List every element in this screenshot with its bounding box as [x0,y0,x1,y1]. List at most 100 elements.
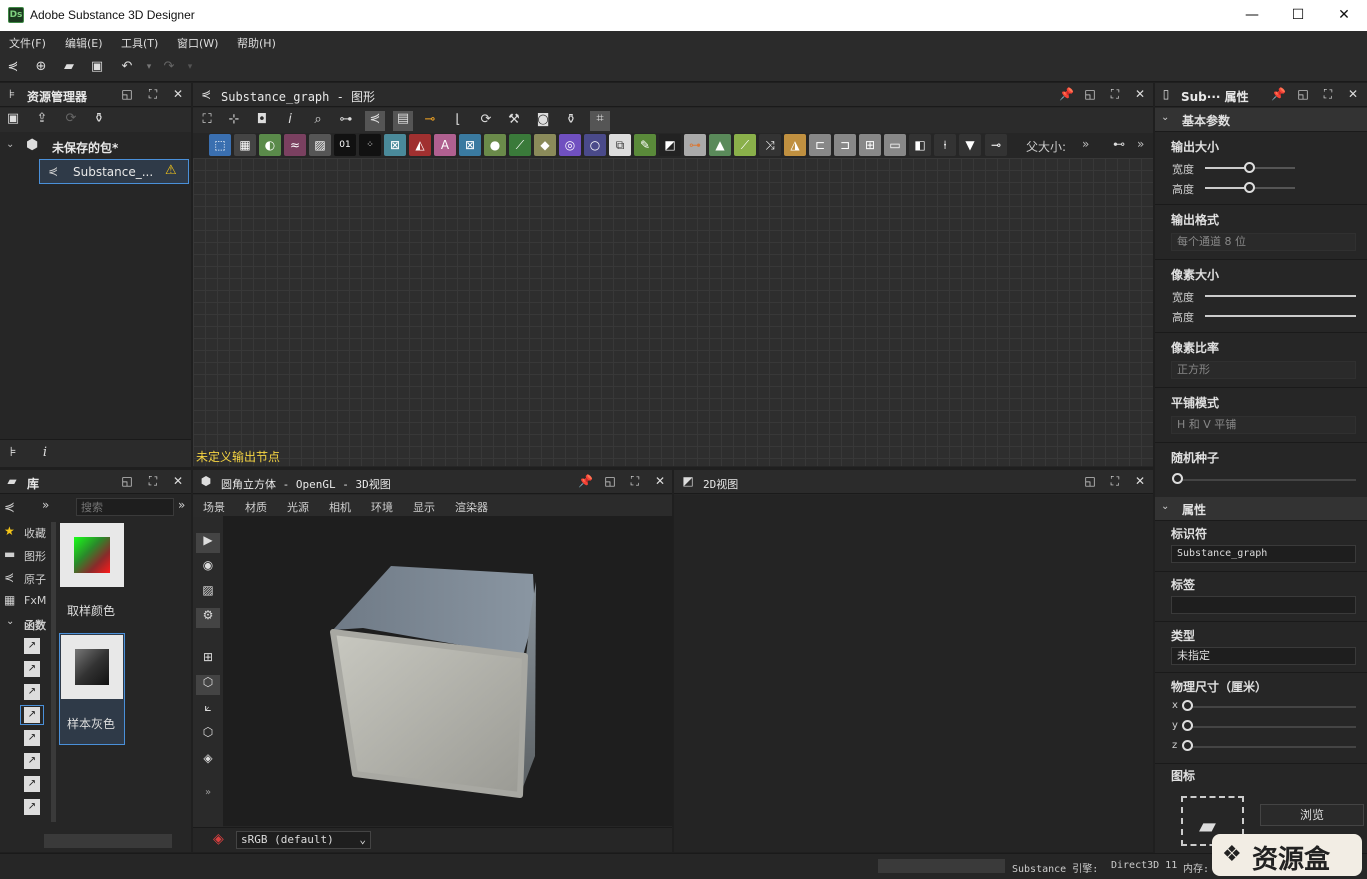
fill-node-icon[interactable]: ◭ [409,134,431,156]
section-basic-params[interactable]: ⌄ 基本参数 [1155,108,1367,132]
align-icon[interactable]: ⊶ [337,112,355,128]
layers-color-icon[interactable]: ◈ [213,831,224,847]
open-folder-icon[interactable]: ▰ [60,59,78,75]
export-icon[interactable]: ⇪ [33,111,51,127]
clean-icon[interactable]: ⚱ [562,112,580,128]
float-icon[interactable]: ◱ [1083,474,1097,488]
type-select[interactable]: 未指定 [1171,647,1356,665]
close-panel-icon[interactable]: ✕ [1133,87,1147,101]
toolbar-overflow-icon-2[interactable]: » [1137,137,1144,151]
frame-all-icon[interactable]: ⛶ [198,112,216,128]
section-attributes[interactable]: ⌄ 属性 [1155,497,1367,521]
random-seed-slider[interactable] [1180,479,1356,481]
circle-node-icon[interactable]: ○ [584,134,606,156]
comment-node-icon[interactable]: ▼ [959,134,981,156]
physical-x-slider[interactable] [1190,706,1356,708]
menu-file[interactable]: 文件(F) [9,35,46,51]
output-height-knob[interactable] [1244,182,1255,193]
tree-view-icon[interactable]: ⊧ [4,445,22,461]
physical-x-knob[interactable] [1182,700,1193,711]
view3d-menu-renderer[interactable]: 渲染器 [455,499,488,515]
browse-button[interactable]: 浏览 [1260,804,1364,826]
param-node-icon[interactable]: ⊞ [859,134,881,156]
colorspace-select[interactable]: sRGB (default) ⌄ [236,831,371,849]
random-seed-knob[interactable] [1172,473,1183,484]
refresh-icon[interactable]: ⟳ [477,112,495,128]
maximize-button[interactable]: ☐ [1275,0,1321,31]
bitmap-node-icon[interactable]: ▨ [309,134,331,156]
view3d-menu-lights[interactable]: 光源 [287,499,309,515]
view3d-menu-scene[interactable]: 场景 [203,499,225,515]
split-node-icon[interactable]: ◧ [909,134,931,156]
function-icon[interactable]: ↗ [24,776,40,792]
fit-icon[interactable]: ⊹ [225,112,243,128]
function-icon[interactable]: ↗ [24,707,40,723]
category-fxmap[interactable]: FxM [24,594,46,607]
drop-node-icon[interactable]: ◆ [534,134,556,156]
function-icon[interactable]: ↗ [24,638,40,654]
menu-window[interactable]: 窗口(W) [177,35,218,51]
tiling-mode-field[interactable]: H 和 V 平铺 [1171,416,1356,434]
category-favorites[interactable]: 收藏 [24,525,46,541]
axis-icon[interactable]: ⟀ [196,700,220,720]
dot-node-icon[interactable]: ⊸ [985,134,1007,156]
maximize-panel-icon[interactable]: ⛶ [1108,474,1122,489]
physical-z-knob[interactable] [1182,740,1193,751]
close-panel-icon[interactable]: ✕ [1346,87,1360,101]
close-panel-icon[interactable]: ✕ [171,474,185,488]
light-icon[interactable]: ◉ [196,558,220,578]
curve-node-icon[interactable]: ≈ [284,134,306,156]
add-library-icon[interactable]: ⋞ [4,500,15,515]
expand-chevron-icon[interactable]: ⌄ [6,616,14,627]
connector-toggle-icon[interactable]: ⊷ [1113,137,1125,151]
function-icon[interactable]: ↗ [24,799,40,815]
new-graph-icon[interactable]: ⋞ [4,59,22,75]
toolbar-overflow-icon[interactable]: » [1082,137,1089,151]
float-icon[interactable]: ◱ [603,474,617,488]
redo-icon[interactable]: ↷ [160,59,178,75]
shuffle-node-icon[interactable]: ⤨ [759,134,781,156]
function-icon[interactable]: ↗ [24,684,40,700]
grid-snap-icon[interactable]: ⌗ [590,111,610,131]
mesh-icon[interactable]: ⬡ [196,725,220,745]
maximize-panel-icon[interactable]: ⛶ [1108,87,1122,102]
view3d-viewport[interactable] [223,516,673,826]
view3d-menu-environment[interactable]: 环境 [371,499,393,515]
category-graphs[interactable]: 图形 [24,548,46,564]
save-package-icon[interactable]: ▣ [4,111,22,127]
layers-icon[interactable]: ◈ [196,751,220,771]
connector-icon[interactable]: ⌊ [449,112,467,128]
view3d-menu-camera[interactable]: 相机 [329,499,351,515]
function-icon[interactable]: ↗ [24,753,40,769]
snapshot-icon[interactable]: ◙ [534,112,552,128]
histogram-node-icon[interactable]: ▲ [709,134,731,156]
float-icon[interactable]: ◱ [1296,87,1310,101]
maximize-panel-icon[interactable]: ⛶ [628,474,642,489]
layout-icon[interactable]: ▤ [393,111,413,131]
symmetry-node-icon[interactable]: ◮ [784,134,806,156]
gradient-node-icon[interactable]: ◩ [659,134,681,156]
copy-node-icon[interactable]: ⧉ [609,134,631,156]
search-icon[interactable]: ⌕ [309,112,327,128]
menu-edit[interactable]: 编辑(E) [65,35,103,51]
view2d-viewport[interactable] [674,495,1153,852]
menu-help[interactable]: 帮助(H) [237,35,276,51]
text-a-node-icon[interactable]: A [434,134,456,156]
identifier-input[interactable]: Substance_graph [1171,545,1356,563]
maximize-panel-icon[interactable]: ⛶ [146,474,160,489]
category-atomic[interactable]: 原子 [24,571,46,587]
transform-node-icon[interactable]: ⊠ [384,134,406,156]
library-item-sample-gray[interactable]: 样本灰色 [59,633,125,745]
pin-node-icon[interactable]: ⍿ [934,134,956,156]
library-search-input[interactable] [76,498,174,516]
display-icon[interactable]: ⚙ [196,608,220,628]
graph-canvas[interactable] [193,158,1153,466]
library-item-sample-color[interactable]: 取样颜色 [59,522,125,622]
info-icon[interactable]: i [36,445,54,461]
library-overflow-icon[interactable]: » [42,498,49,512]
view3d-menu-material[interactable]: 材质 [245,499,267,515]
camera-icon[interactable]: ◘ [253,112,271,128]
cube-view-icon[interactable]: ⬡ [196,675,220,695]
function-icon[interactable]: ↗ [24,730,40,746]
graph-toggle-icon[interactable]: ⋞ [365,111,385,131]
